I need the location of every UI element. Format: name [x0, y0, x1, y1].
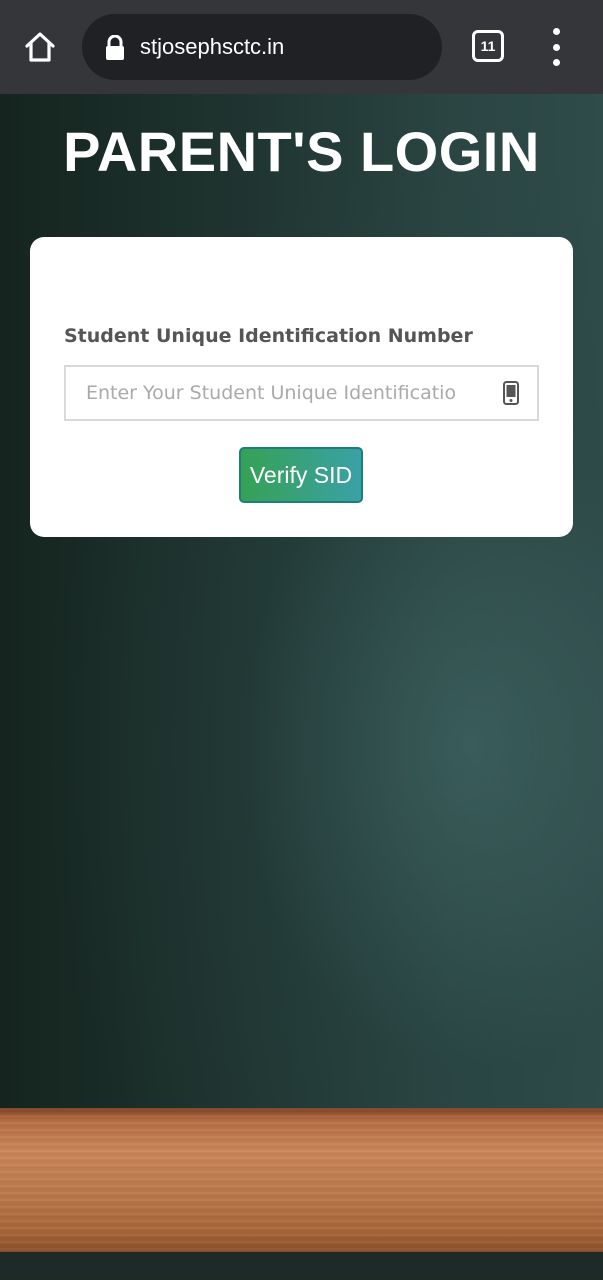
ledge-shadow — [0, 1252, 603, 1280]
wooden-ledge — [0, 1108, 603, 1252]
home-icon[interactable] — [20, 27, 60, 67]
address-bar[interactable]: stjosephsctc.in — [82, 14, 442, 80]
page-title: PARENT'S LOGIN — [63, 120, 540, 183]
sid-input-wrapper — [64, 365, 539, 421]
browser-toolbar: stjosephsctc.in 11 — [0, 0, 603, 94]
mobile-phone-icon — [503, 381, 519, 405]
menu-dot — [552, 59, 560, 66]
verify-sid-button[interactable]: Verify SID — [239, 447, 363, 503]
sid-field-label: Student Unique Identification Number — [64, 325, 473, 347]
login-card: Student Unique Identification Number Ver… — [30, 237, 573, 537]
menu-dot — [552, 28, 560, 35]
page-content: PARENT'S LOGIN Student Unique Identifica… — [0, 94, 603, 1280]
url-text[interactable]: stjosephsctc.in — [140, 32, 284, 62]
menu-dot — [552, 43, 560, 51]
tab-switcher-icon[interactable]: 11 — [472, 30, 504, 62]
lock-icon — [104, 34, 126, 61]
more-vertical-icon[interactable] — [540, 28, 572, 66]
sid-input[interactable] — [66, 367, 486, 419]
